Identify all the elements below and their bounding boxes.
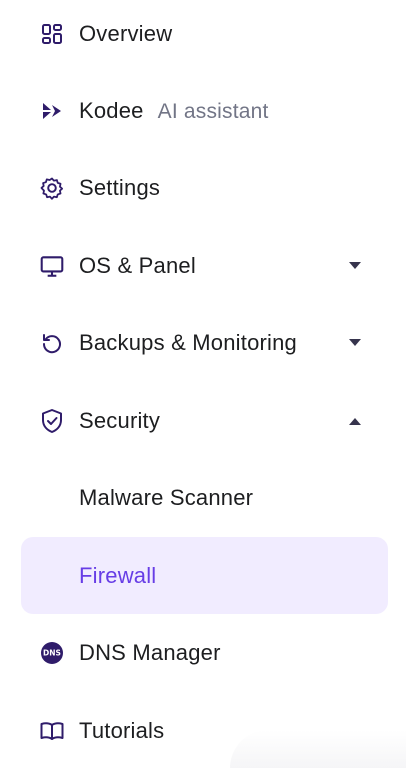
dns-icon-text: DNS [43,649,61,658]
bottom-shade [230,730,406,768]
chevron-up-icon[interactable] [347,413,363,429]
nav-item-dns-manager[interactable]: DNS DNS Manager [0,625,406,681]
nav-item-label: Tutorials [79,718,165,743]
shield-check-icon [38,407,66,435]
kodee-icon [38,97,66,125]
nav-item-kodee[interactable]: Kodee AI assistant [0,83,406,139]
nav-item-overview[interactable]: Overview [0,6,406,62]
nav-item-label: OS & Panel [79,253,196,278]
kodee-label: Kodee [79,98,144,123]
dns-icon: DNS [38,639,66,667]
nav-item-security[interactable]: Security [0,393,406,449]
monitor-icon [38,252,66,280]
restore-icon [38,329,66,357]
nav-subitem-label: Firewall [79,563,157,588]
nav-item-os-panel[interactable]: OS & Panel [0,238,406,294]
nav-subitem-firewall[interactable]: Firewall [0,548,406,604]
chevron-down-icon[interactable] [347,335,363,351]
dashboard-grid-icon [38,20,66,48]
nav-item-label: Backups & Monitoring [79,330,297,355]
ai-assistant-label: AI assistant [157,100,269,123]
nav-item-label: Kodee AI assistant [79,98,269,124]
nav-item-label: Settings [79,175,161,200]
chevron-down-icon[interactable] [347,258,363,274]
nav-subitem-label: Malware Scanner [79,485,254,510]
gear-icon [38,174,66,202]
nav-item-backups-monitoring[interactable]: Backups & Monitoring [0,315,406,371]
book-icon [38,717,66,745]
nav-item-label: Overview [79,21,173,46]
nav-item-label: Security [79,408,161,433]
nav-item-label: DNS Manager [79,640,221,665]
nav-item-settings[interactable]: Settings [0,160,406,216]
sidebar-nav: Overview Kodee AI assistant Settings OS … [0,0,406,768]
nav-subitem-malware-scanner[interactable]: Malware Scanner [0,470,406,526]
